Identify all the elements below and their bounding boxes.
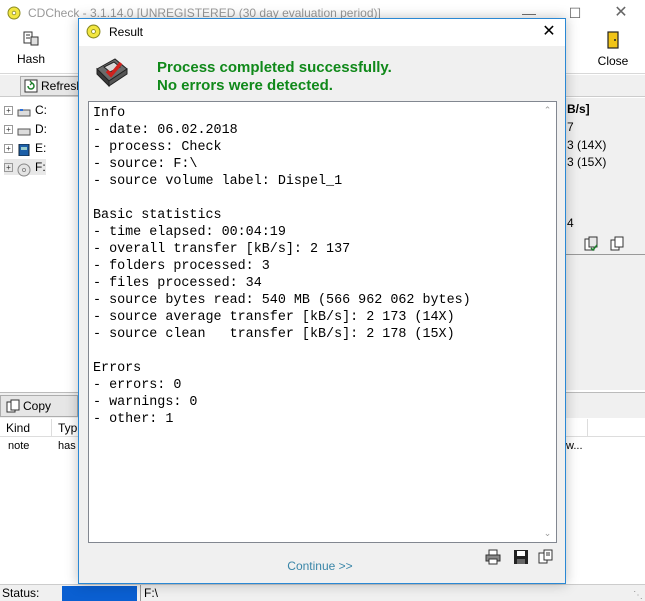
disk-check-icon xyxy=(93,55,131,89)
info-panel-header: B/s] xyxy=(567,102,590,116)
drive-tree: + C: + D: + E: + F: xyxy=(0,98,80,390)
success-message: Process completed successfully. xyxy=(157,59,392,76)
report-line: - warnings: 0 xyxy=(93,395,198,410)
copy-label: Copy xyxy=(23,399,52,413)
scroll-up-icon[interactable]: ⌃ xyxy=(543,106,552,115)
tree-item-e[interactable]: + E: xyxy=(4,140,47,157)
expand-icon[interactable]: + xyxy=(4,106,13,116)
hash-label: Hash xyxy=(16,52,45,66)
column-header-type[interactable]: Typ xyxy=(52,419,80,437)
column-header-kind[interactable]: Kind xyxy=(0,419,52,437)
resize-grip-icon[interactable]: ⋱ xyxy=(633,587,643,601)
copy-icon[interactable] xyxy=(609,236,625,255)
info-panel: B/s] 7 3 (14X) 3 (15X) 4 xyxy=(562,98,645,390)
hard-drive-icon xyxy=(17,125,31,136)
divider xyxy=(563,254,645,255)
report-line: Basic statistics xyxy=(93,208,222,223)
report-text: Info - date: 06.02.2018 - process: Check - … xyxy=(93,105,539,428)
report-line: - files processed: 34 xyxy=(93,276,262,291)
door-icon xyxy=(606,31,620,52)
refresh-icon xyxy=(24,79,38,98)
cdcheck-app-icon xyxy=(86,24,101,42)
report-line: - source average transfer [kB/s]: 2 173 … xyxy=(93,310,455,325)
report-line: - source volume label: Dispel_1 xyxy=(93,174,343,189)
tree-item-d[interactable]: + D: xyxy=(4,121,47,137)
close-label: Close xyxy=(597,54,629,68)
copy-icon[interactable] xyxy=(538,549,554,565)
report-line: - source clean transfer [kB/s]: 2 178 (1… xyxy=(93,327,455,342)
save-icon[interactable] xyxy=(513,549,529,565)
copy-button[interactable]: Copy xyxy=(0,395,78,417)
report-line xyxy=(93,343,539,360)
info-panel-line: 3 (15X) xyxy=(567,155,607,169)
tree-item-label: C: xyxy=(35,103,47,117)
dialog-close-button[interactable]: ✕ xyxy=(539,22,559,42)
info-panel-line: 3 (14X) xyxy=(567,138,607,152)
tree-item-label: E: xyxy=(35,141,47,155)
report-line: - other: 1 xyxy=(93,412,174,427)
cell-type: has xyxy=(58,440,76,452)
print-icon[interactable] xyxy=(485,549,501,565)
no-errors-message: No errors were detected. xyxy=(157,77,333,94)
report-line: - errors: 0 xyxy=(93,378,182,393)
report-line: Info xyxy=(93,106,126,121)
tree-item-c[interactable]: + C: xyxy=(4,102,47,118)
usb-drive-icon xyxy=(17,143,31,157)
cd-drive-icon xyxy=(17,163,31,177)
info-panel-line: 7 xyxy=(567,120,574,134)
report-line: - folders processed: 3 xyxy=(93,259,270,274)
info-panel-line: 4 xyxy=(567,216,574,230)
cdcheck-app-icon xyxy=(7,6,21,23)
hash-button[interactable]: Hash xyxy=(14,31,48,71)
report-line: - overall transfer [kB/s]: 2 137 xyxy=(93,242,351,257)
status-progress-bar xyxy=(62,586,137,601)
dialog-title: Result xyxy=(109,25,144,39)
copy-hash-icon[interactable] xyxy=(583,236,599,255)
report-line: - date: 06.02.2018 xyxy=(93,123,238,138)
tree-item-label: F: xyxy=(35,160,46,174)
scroll-down-icon[interactable]: ⌄ xyxy=(543,529,552,538)
hash-icon xyxy=(22,31,40,50)
report-line: - time elapsed: 00:04:19 xyxy=(93,225,286,240)
report-line xyxy=(93,190,539,207)
expand-icon[interactable]: + xyxy=(4,144,13,154)
dialog-title-bar: Result ✕ xyxy=(79,19,565,46)
report-line: - source: F:\ xyxy=(93,157,198,172)
report-scrollbar[interactable]: ⌃ ⌄ xyxy=(539,102,556,542)
status-path: F:\ xyxy=(140,585,158,601)
expand-icon[interactable]: + xyxy=(4,163,13,173)
report-textbox[interactable]: Info - date: 06.02.2018 - process: Check - … xyxy=(88,101,557,543)
cell-kind: note xyxy=(8,440,30,452)
hard-drive-icon xyxy=(17,106,31,117)
close-button[interactable]: Close xyxy=(594,31,632,71)
status-bar: Status: F:\ ⋱ xyxy=(0,584,645,601)
report-line: - process: Check xyxy=(93,140,222,155)
refresh-label: Refresh xyxy=(41,79,84,93)
report-line: - source bytes read: 540 MB (566 962 062… xyxy=(93,293,471,308)
expand-icon[interactable]: + xyxy=(4,125,13,135)
maximize-button[interactable]: ☐ xyxy=(563,3,587,23)
continue-button[interactable]: Continue >> xyxy=(279,557,361,575)
status-label: Status: xyxy=(2,586,40,600)
report-line: Errors xyxy=(93,361,142,376)
result-dialog: Result ✕ Process completed successfully.… xyxy=(78,18,566,584)
tree-item-label: D: xyxy=(35,122,47,136)
tree-item-f[interactable]: + F: xyxy=(4,159,46,177)
close-window-button[interactable]: ✕ xyxy=(609,3,633,23)
copy-icon xyxy=(6,399,20,419)
